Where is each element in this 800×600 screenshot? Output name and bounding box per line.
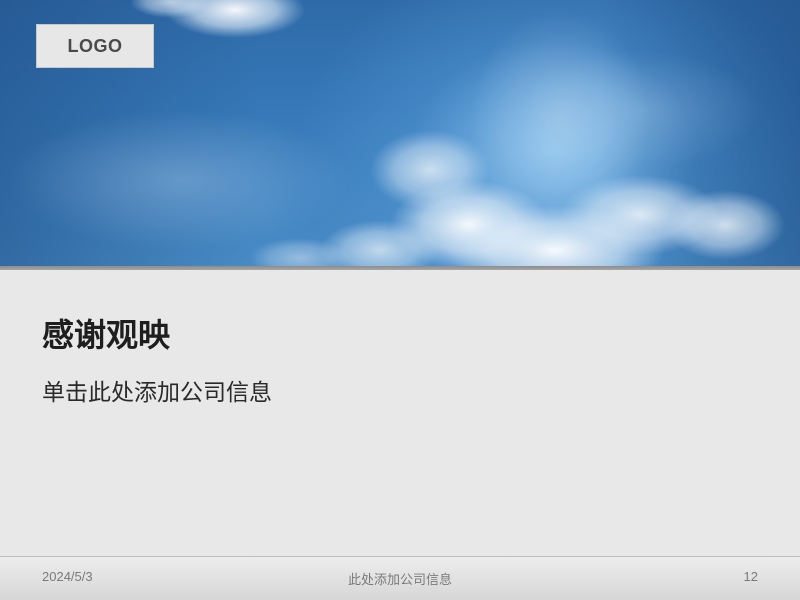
- slide-title[interactable]: 感谢观映: [42, 317, 170, 353]
- footer-page-number[interactable]: 12: [744, 569, 758, 584]
- logo-label: LOGO: [67, 35, 123, 56]
- slide: LOGO 感谢观映 单击此处添加公司信息 2024/5/3 此处添加公司信息 1…: [0, 0, 800, 600]
- slide-footer: 2024/5/3 此处添加公司信息 12: [0, 556, 800, 600]
- logo-placeholder[interactable]: LOGO: [36, 24, 154, 68]
- footer-company-info[interactable]: 此处添加公司信息: [0, 569, 800, 588]
- banner-divider: [0, 266, 800, 270]
- slide-subtitle[interactable]: 单击此处添加公司信息: [42, 380, 272, 406]
